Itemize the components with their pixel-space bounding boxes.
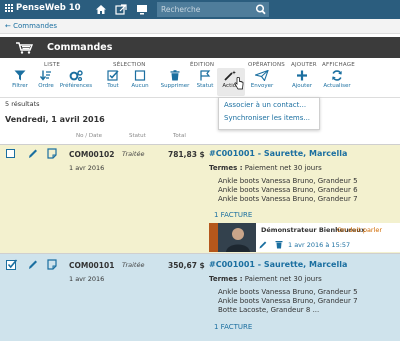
table-row[interactable]: COM00102 1 avr 2016 Traitée 781,83 $ #C0… (0, 144, 400, 254)
select-none-button[interactable]: Aucun (123, 70, 157, 89)
order-label: Ordre (38, 83, 54, 89)
list-item: Ankle boots Vanessa Bruno, Grandeur 5 (218, 288, 358, 296)
group-label-operations: OPÉRATIONS (248, 62, 285, 68)
add-button[interactable]: Ajouter (285, 70, 319, 89)
top-bar: PenseWeb 10 Recherche (0, 0, 400, 19)
breadcrumb-label: Commandes (13, 22, 58, 30)
apps-grid-icon (5, 4, 13, 12)
external-link-icon[interactable] (115, 4, 127, 15)
invoice-link[interactable]: 1 FACTURE (214, 323, 252, 331)
group-label-liste: LISTE (44, 62, 61, 68)
order-number[interactable]: COM00102 (69, 150, 114, 159)
list-item: Ankle boots Vanessa Bruno, Grandeur 7 (218, 297, 358, 305)
monitor-icon[interactable] (136, 4, 148, 15)
terms-value: Paiement net 30 jours (244, 275, 322, 283)
home-icon[interactable] (95, 4, 107, 15)
send-button[interactable]: Envoyer (245, 70, 279, 89)
order-total: 781,83 $ (168, 150, 205, 159)
add-label: Ajouter (292, 83, 312, 89)
column-header-status[interactable]: Statut (129, 133, 146, 139)
breadcrumb[interactable]: ← Commandes (0, 19, 400, 34)
cart-icon (16, 42, 34, 54)
column-header-no-date[interactable]: No / Date (76, 133, 102, 139)
action-menu: Associer à un contact... Synchroniser le… (218, 97, 320, 130)
terms-label: Termes : (209, 164, 243, 172)
checked-box-icon (107, 70, 119, 81)
note-icon[interactable] (47, 148, 57, 159)
trash-icon (170, 70, 180, 81)
terms-value: Paiement net 30 jours (244, 164, 322, 172)
search-icon[interactable] (252, 2, 269, 17)
refresh-button[interactable]: Actualiser (320, 70, 354, 89)
list-item: Ankle boots Vanessa Bruno, Grandeur 7 (218, 195, 358, 203)
comment-color-bar (209, 223, 218, 252)
page-header: Commandes (0, 37, 400, 58)
status-label: Statut (196, 83, 214, 89)
row-checkbox[interactable] (6, 149, 15, 158)
order-number[interactable]: COM00101 (69, 261, 114, 270)
invoice-link[interactable]: 1 FACTURE (214, 211, 252, 219)
app-name: PenseWeb 10 (16, 3, 81, 13)
funnel-icon (14, 70, 26, 81)
order-date: 1 avr 2016 (69, 275, 105, 283)
avatar (218, 223, 256, 252)
paper-plane-icon (255, 70, 269, 81)
menu-item-associate-contact[interactable]: Associer à un contact... (219, 98, 319, 111)
order-date: 1 avr 2016 (69, 164, 105, 172)
group-label-ajouter: AJOUTER (291, 62, 317, 68)
order-status: Traitée (122, 261, 145, 269)
table-row[interactable]: COM00101 1 avr 2016 Traitée 350,67 $ #C0… (0, 253, 400, 341)
group-label-affichage: AFFICHAGE (322, 62, 355, 68)
order-total: 350,67 $ (168, 261, 205, 270)
pencil-icon[interactable] (28, 148, 38, 159)
edit-comment-icon[interactable] (259, 240, 267, 249)
results-count: 5 résultats (5, 100, 40, 108)
row-checkbox-checked[interactable] (6, 259, 17, 270)
delete-button[interactable]: Supprimer (158, 70, 192, 89)
empty-box-icon (134, 70, 146, 81)
filter-label: Filtrer (12, 83, 28, 89)
app-brand[interactable]: PenseWeb 10 (5, 3, 81, 13)
comment-card: Démonstrateur Bienheureux On doit parler… (209, 223, 400, 252)
gears-icon (69, 70, 83, 81)
page-title: Commandes (47, 42, 113, 53)
note-icon[interactable] (47, 259, 57, 270)
comment-timestamp: 1 avr 2016 à 15:57 (288, 241, 351, 249)
order-status: Traitée (122, 150, 145, 158)
comment-note: On doit parler (337, 226, 383, 234)
list-item: Botte Lacoste, Grandeur 8 ... (218, 306, 320, 314)
send-label: Envoyer (250, 83, 274, 89)
delete-label: Supprimer (160, 83, 190, 89)
column-header-total[interactable]: Total (173, 133, 186, 139)
refresh-icon (332, 70, 342, 81)
list-item: Ankle boots Vanessa Bruno, Grandeur 6 (218, 186, 358, 194)
menu-item-sync-items[interactable]: Synchroniser les items... (219, 111, 319, 124)
group-label-selection: SÉLECTION (113, 62, 146, 68)
toolbar: LISTE SÉLECTION ÉDITION OPÉRATIONS AJOUT… (0, 60, 400, 98)
group-label-edition: ÉDITION (190, 62, 215, 68)
terms: Termes : Paiement net 30 jours (209, 164, 322, 172)
client-link[interactable]: #C001001 - Saurette, Marcella (209, 149, 347, 158)
terms: Termes : Paiement net 30 jours (209, 275, 322, 283)
sort-icon (40, 70, 51, 81)
hand-cursor-icon (234, 77, 244, 90)
flag-icon (200, 70, 211, 81)
select-none-label: Aucun (131, 83, 149, 89)
order-button[interactable]: Ordre (29, 70, 63, 89)
refresh-label: Actualiser (323, 83, 351, 89)
pencil-icon[interactable] (28, 259, 38, 270)
list-item: Ankle boots Vanessa Bruno, Grandeur 5 (218, 177, 358, 185)
preferences-button[interactable]: Préférences (59, 70, 93, 89)
client-link[interactable]: #C001001 - Saurette, Marcella (209, 260, 347, 269)
plus-icon (297, 70, 307, 81)
terms-label: Termes : (209, 275, 243, 283)
preferences-label: Préférences (59, 83, 93, 89)
delete-comment-icon[interactable] (275, 240, 283, 249)
back-arrow-icon: ← (5, 22, 14, 30)
select-all-label: Tout (107, 83, 119, 89)
date-group-header: Vendredi, 1 avril 2016 (5, 115, 105, 124)
